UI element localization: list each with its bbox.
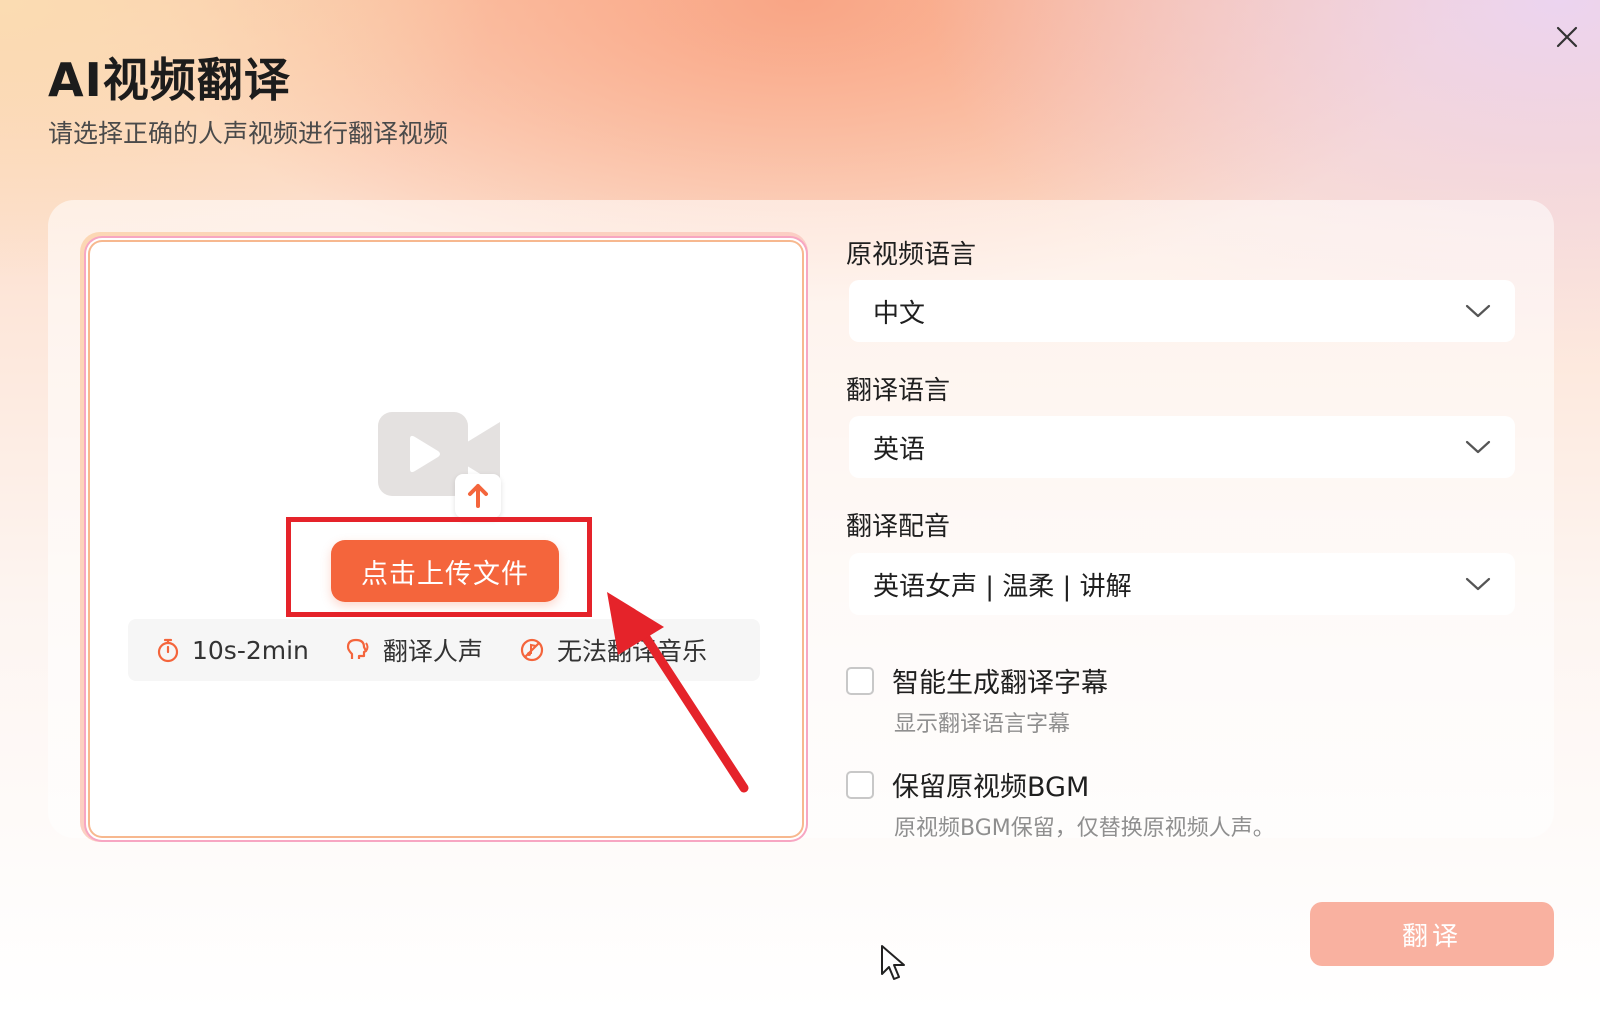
bgm-option-label: 保留原视频BGM <box>892 772 1090 803</box>
target-language-select[interactable]: 英语 <box>849 416 1515 478</box>
close-button[interactable] <box>1547 17 1587 57</box>
ai-video-translate-dialog: AI视频翻译 请选择正确的人声视频进行翻译视频 点击上传文件 10s-2min … <box>0 0 1600 1012</box>
translate-button[interactable]: 翻译 <box>1310 902 1554 966</box>
bgm-option[interactable]: 保留原视频BGM <box>846 765 1089 804</box>
timer-icon <box>157 638 179 663</box>
target-language-label: 翻译语言 <box>846 376 951 406</box>
bgm-checkbox[interactable] <box>846 770 874 799</box>
subtitle-option[interactable]: 智能生成翻译字幕 <box>846 661 1108 700</box>
voice-head-icon <box>346 638 369 659</box>
subtitle-option-label: 智能生成翻译字幕 <box>892 668 1108 699</box>
subtitle-option-description: 显示翻译语言字幕 <box>894 712 1071 737</box>
hint-voice-text: 翻译人声 <box>382 637 483 666</box>
source-language-label: 原视频语言 <box>846 240 977 270</box>
upload-file-button[interactable]: 点击上传文件 <box>331 540 559 602</box>
chevron-down-icon <box>1465 440 1491 454</box>
no-music-icon <box>520 638 544 662</box>
upload-hints: 10s-2min 翻译人声 无法翻译音乐 <box>128 619 760 681</box>
dubbing-select[interactable]: 英语女声 | 温柔 | 讲解 <box>849 553 1515 615</box>
chevron-down-icon <box>1465 577 1491 591</box>
dialog-subtitle: 请选择正确的人声视频进行翻译视频 <box>48 119 449 148</box>
hint-music-text: 无法翻译音乐 <box>556 637 707 666</box>
hint-music: 无法翻译音乐 <box>519 632 707 668</box>
mouse-cursor-icon <box>881 945 905 980</box>
hint-duration-text: 10s-2min <box>192 635 309 665</box>
chevron-down-icon <box>1465 304 1491 318</box>
subtitle-checkbox[interactable] <box>846 666 874 695</box>
target-language-value: 英语 <box>873 434 926 465</box>
dubbing-value: 英语女声 | 温柔 | 讲解 <box>873 571 1132 602</box>
source-language-value: 中文 <box>873 298 926 329</box>
bgm-option-description: 原视频BGM保留，仅替换原视频人声。 <box>894 816 1275 841</box>
dubbing-label: 翻译配音 <box>846 512 951 542</box>
source-language-select[interactable]: 中文 <box>849 280 1515 342</box>
hint-voice: 翻译人声 <box>345 632 483 668</box>
upload-arrow-icon <box>455 474 501 518</box>
close-icon <box>1556 26 1578 48</box>
hint-duration: 10s-2min <box>156 636 309 665</box>
dialog-title: AI视频翻译 <box>48 53 291 107</box>
